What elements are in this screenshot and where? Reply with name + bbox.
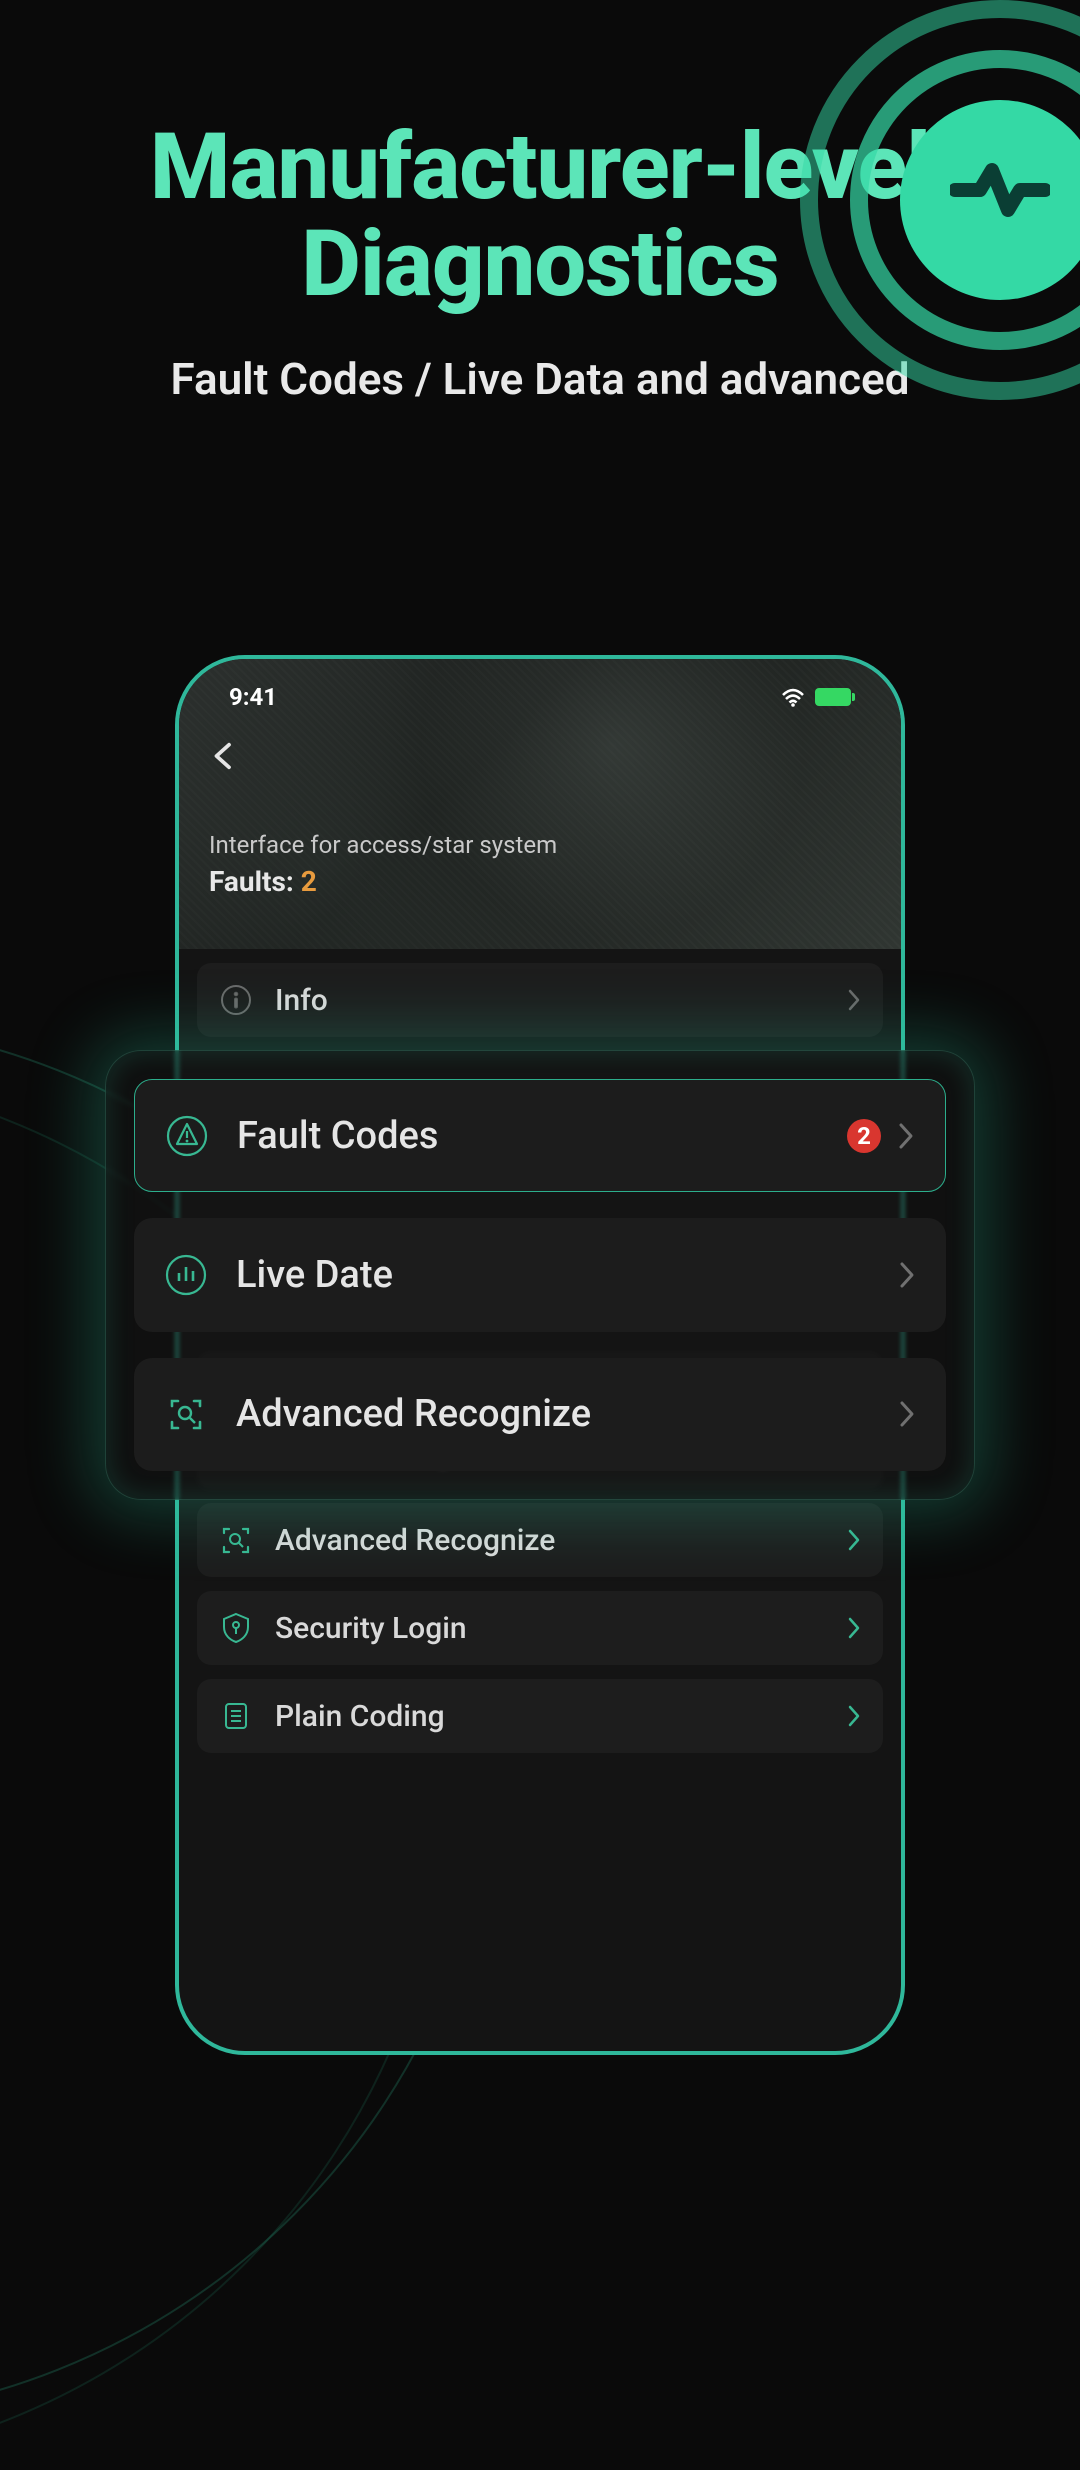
highlight-label: Fault Codes	[237, 1114, 847, 1158]
highlight-item-fault-codes[interactable]: Fault Codes 2	[134, 1079, 946, 1192]
chevron-right-icon	[847, 1705, 861, 1727]
highlight-panel: Fault Codes 2 Live Date Advanced Recogni…	[105, 1050, 975, 1500]
battery-icon	[815, 688, 851, 706]
highlight-item-live-data[interactable]: Live Date	[134, 1218, 946, 1331]
brand-logo-corner	[800, 0, 1080, 400]
chevron-right-icon	[847, 989, 861, 1011]
menu-item-info[interactable]: Info	[197, 963, 883, 1037]
menu-label: Info	[275, 983, 847, 1018]
menu-item-security-login[interactable]: Security Login	[197, 1591, 883, 1665]
live-bars-icon	[164, 1253, 208, 1297]
header-text: Interface for access/star system Faults:…	[209, 831, 871, 898]
scan-icon	[219, 1523, 253, 1557]
fault-badge: 2	[847, 1119, 881, 1153]
faults-count: 2	[301, 865, 317, 898]
document-lines-icon	[219, 1699, 253, 1733]
menu-label: Plain Coding	[275, 1699, 847, 1734]
chevron-right-icon	[847, 1617, 861, 1639]
shield-key-icon	[219, 1611, 253, 1645]
chevron-right-icon	[847, 1529, 861, 1551]
menu-item-advanced-recognize[interactable]: Advanced Recognize	[197, 1503, 883, 1577]
phone-header: 9:41 Interface for access/star system Fa…	[179, 659, 901, 949]
chevron-right-icon	[898, 1261, 916, 1289]
menu-label: Security Login	[275, 1611, 847, 1646]
status-time: 9:41	[229, 683, 277, 711]
highlight-label: Advanced Recognize	[236, 1392, 898, 1436]
wifi-icon	[781, 687, 805, 707]
status-bar: 9:41	[209, 683, 871, 711]
highlight-item-advanced-recognize[interactable]: Advanced Recognize	[134, 1358, 946, 1471]
warning-triangle-icon	[165, 1114, 209, 1158]
faults-line: Faults: 2	[209, 865, 871, 898]
highlight-label: Live Date	[236, 1253, 898, 1297]
status-icons	[781, 687, 851, 707]
back-button[interactable]	[209, 741, 239, 771]
check-pulse-icon	[950, 160, 1050, 220]
menu-item-plain-coding[interactable]: Plain Coding	[197, 1679, 883, 1753]
scan-icon	[164, 1392, 208, 1436]
chevron-right-icon	[897, 1122, 915, 1150]
chevron-right-icon	[898, 1400, 916, 1428]
chevron-left-icon	[209, 741, 239, 771]
info-icon	[219, 983, 253, 1017]
menu-label: Advanced Recognize	[275, 1523, 847, 1558]
interface-label: Interface for access/star system	[209, 831, 871, 859]
